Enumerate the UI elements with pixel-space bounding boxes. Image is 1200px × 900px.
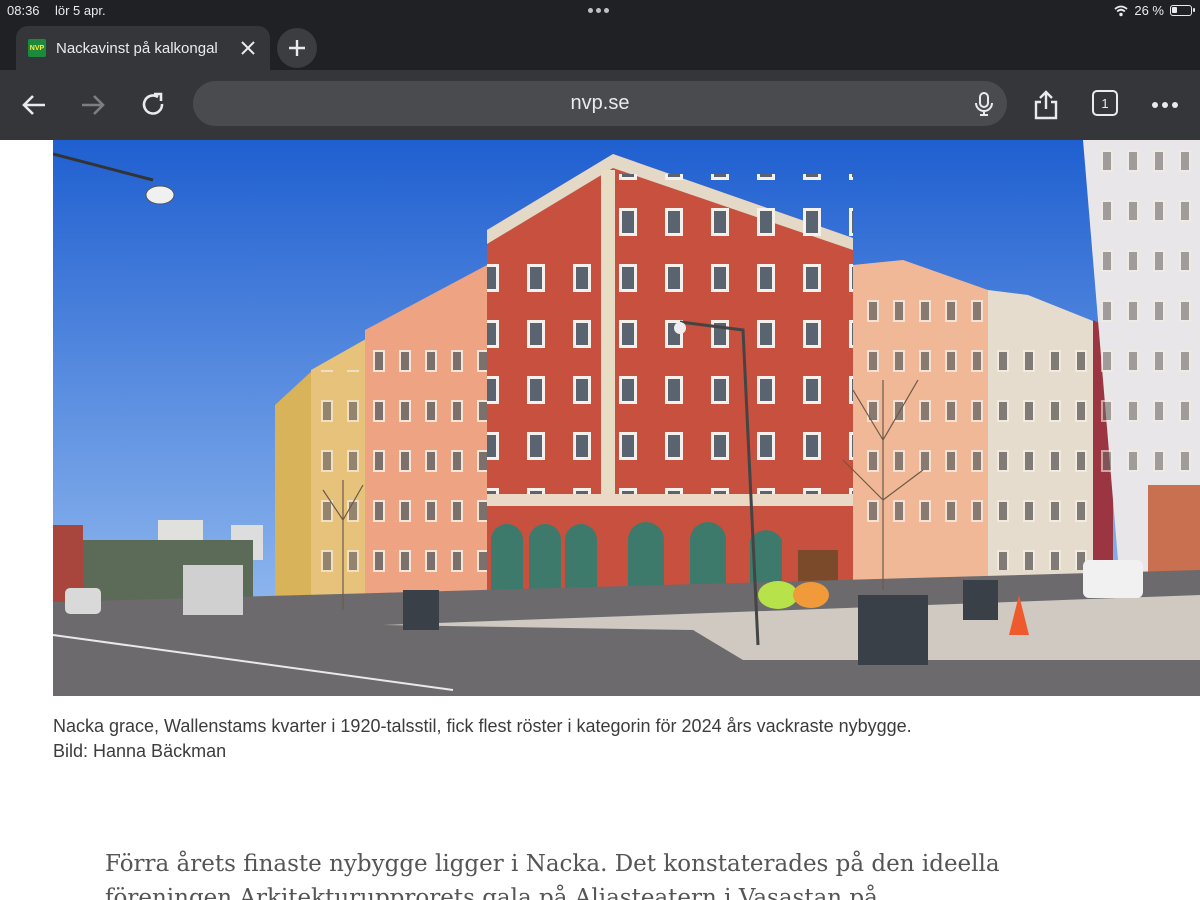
image-caption: Nacka grace, Wallenstams kvarter i 1920-… bbox=[53, 714, 1053, 764]
page-content: Nacka grace, Wallenstams kvarter i 1920-… bbox=[0, 140, 1200, 900]
share-icon bbox=[1034, 90, 1058, 120]
tab-switcher-button[interactable]: 1 bbox=[1092, 90, 1118, 116]
browser-tab[interactable]: NVP Nackavinst på kalkongal bbox=[16, 26, 270, 70]
share-button[interactable] bbox=[1028, 87, 1064, 123]
status-right: 26 % bbox=[1114, 3, 1195, 18]
tab-title: Nackavinst på kalkongal bbox=[56, 39, 218, 57]
caption-text: Nacka grace, Wallenstams kvarter i 1920-… bbox=[53, 716, 912, 736]
status-time: 08:36 bbox=[7, 3, 40, 18]
reload-button[interactable] bbox=[135, 87, 171, 123]
building-photo bbox=[53, 140, 1200, 696]
url-text[interactable]: nvp.se bbox=[193, 92, 1007, 115]
close-icon[interactable] bbox=[238, 38, 258, 58]
lead-line-2: föreningen Arkitekturupprorets gala på A… bbox=[105, 885, 878, 900]
status-date: lör 5 apr. bbox=[55, 3, 106, 18]
microphone-icon[interactable] bbox=[973, 91, 995, 117]
tab-strip: NVP Nackavinst på kalkongal bbox=[0, 22, 1200, 70]
menu-button[interactable] bbox=[1147, 87, 1183, 123]
forward-arrow-icon bbox=[82, 95, 105, 115]
address-bar[interactable]: nvp.se bbox=[193, 81, 1007, 126]
lead-line-1: Förra årets finaste nybygge ligger i Nac… bbox=[105, 851, 1000, 877]
back-button[interactable] bbox=[16, 87, 52, 123]
article-lead: Förra årets finaste nybygge ligger i Nac… bbox=[105, 847, 1005, 900]
browser-toolbar: nvp.se 1 bbox=[0, 70, 1200, 140]
article-image[interactable] bbox=[53, 140, 1200, 696]
multitasking-dots[interactable] bbox=[588, 8, 609, 13]
forward-button[interactable] bbox=[75, 87, 111, 123]
new-tab-button[interactable] bbox=[277, 28, 317, 68]
battery-icon bbox=[1170, 5, 1195, 16]
wifi-icon bbox=[1114, 5, 1128, 16]
back-arrow-icon bbox=[22, 95, 45, 115]
status-bar: 08:36 lör 5 apr. 26 % bbox=[0, 0, 1200, 22]
more-horizontal-icon bbox=[1152, 102, 1178, 108]
reload-icon bbox=[142, 92, 164, 115]
battery-percent: 26 % bbox=[1134, 3, 1164, 18]
plus-icon bbox=[289, 40, 305, 56]
photo-credit: Bild: Hanna Bäckman bbox=[53, 741, 227, 761]
site-favicon: NVP bbox=[28, 39, 46, 57]
